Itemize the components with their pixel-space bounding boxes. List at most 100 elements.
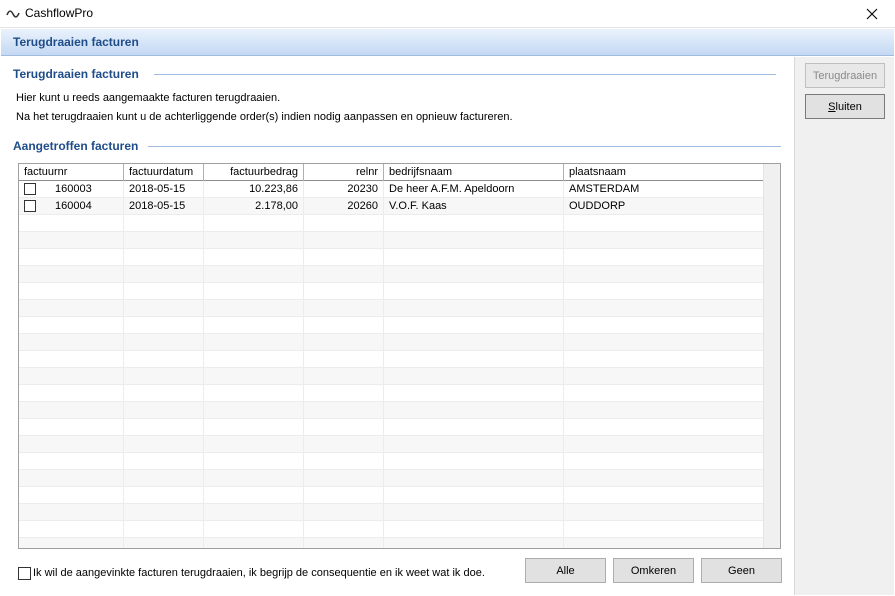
column-header-bedrijfsnaam[interactable]: bedrijfsnaam	[384, 164, 564, 181]
title-bar: CashflowPro	[0, 0, 895, 28]
table-cell-factuurdatum	[124, 436, 204, 452]
table-cell-plaatsnaam	[564, 283, 764, 299]
table-cell-factuurnr	[19, 300, 124, 316]
table-cell-factuurbedrag	[204, 385, 304, 401]
table-row	[19, 538, 780, 548]
table-cell-factuurbedrag	[204, 419, 304, 435]
dialog-header-title: Terugdraaien facturen	[13, 35, 139, 49]
table-cell-relnr	[304, 351, 384, 367]
table-cell-factuurnr: 160004	[19, 198, 124, 214]
column-header-factuurnr[interactable]: factuurnr	[19, 164, 124, 181]
table-cell-bedrijfsnaam	[384, 368, 564, 384]
row-checkbox[interactable]	[24, 200, 36, 212]
column-header-plaatsnaam[interactable]: plaatsnaam	[564, 164, 764, 181]
table-cell-factuurdatum	[124, 351, 204, 367]
table-cell-factuurbedrag	[204, 215, 304, 231]
table-cell-bedrijfsnaam	[384, 215, 564, 231]
table-row	[19, 436, 780, 453]
table-row	[19, 300, 780, 317]
table-cell-plaatsnaam	[564, 504, 764, 520]
invoice-table[interactable]: factuurnr factuurdatum factuurbedrag rel…	[18, 163, 781, 549]
column-header-factuurbedrag[interactable]: factuurbedrag	[204, 164, 304, 181]
table-cell-factuurnr	[19, 521, 124, 537]
vertical-scrollbar[interactable]	[763, 164, 780, 548]
table-cell-factuurdatum	[124, 470, 204, 486]
table-row	[19, 266, 780, 283]
table-cell-bedrijfsnaam	[384, 385, 564, 401]
table-cell-relnr	[304, 470, 384, 486]
table-cell-text: 160004	[55, 200, 92, 212]
table-cell-bedrijfsnaam	[384, 402, 564, 418]
table-cell-factuurdatum	[124, 334, 204, 350]
table-cell-factuurnr	[19, 249, 124, 265]
table-cell-factuurdatum: 2018-05-15	[124, 181, 204, 197]
table-cell-factuurnr	[19, 283, 124, 299]
table-row	[19, 504, 780, 521]
table-cell-factuurnr	[19, 470, 124, 486]
table-cell-factuurdatum	[124, 300, 204, 316]
table-cell-relnr	[304, 283, 384, 299]
geen-button[interactable]: Geen	[701, 558, 782, 583]
table-row	[19, 453, 780, 470]
sluiten-button[interactable]: Sluiten	[805, 94, 885, 119]
table-cell-factuurnr	[19, 368, 124, 384]
row-checkbox[interactable]	[24, 183, 36, 195]
table-cell-relnr	[304, 521, 384, 537]
table-cell-plaatsnaam	[564, 487, 764, 503]
table-cell-factuurbedrag	[204, 266, 304, 282]
table-cell-bedrijfsnaam	[384, 300, 564, 316]
table-cell-plaatsnaam	[564, 436, 764, 452]
table-cell-relnr	[304, 232, 384, 248]
column-header-factuurdatum[interactable]: factuurdatum	[124, 164, 204, 181]
close-button[interactable]	[849, 0, 895, 28]
table-cell-plaatsnaam	[564, 419, 764, 435]
table-cell-factuurnr	[19, 215, 124, 231]
table-cell-factuurbedrag	[204, 300, 304, 316]
table-cell-factuurbedrag	[204, 538, 304, 548]
table-cell-plaatsnaam	[564, 266, 764, 282]
table-cell-bedrijfsnaam	[384, 317, 564, 333]
alle-button[interactable]: Alle	[525, 558, 606, 583]
table-cell-factuurbedrag: 2.178,00	[204, 198, 304, 214]
table-cell-factuurnr	[19, 232, 124, 248]
table-cell-bedrijfsnaam	[384, 436, 564, 452]
table-cell-plaatsnaam	[564, 215, 764, 231]
section-title-aangetroffen: Aangetroffen facturen	[13, 139, 139, 153]
section-title-terugdraaien: Terugdraaien facturen	[13, 67, 139, 81]
cashflow-wave-icon	[6, 10, 20, 18]
table-cell-bedrijfsnaam	[384, 470, 564, 486]
table-cell-relnr: 20230	[304, 181, 384, 197]
confirm-checkbox[interactable]	[18, 567, 31, 580]
table-cell-factuurbedrag	[204, 232, 304, 248]
table-cell-factuurbedrag: 10.223,86	[204, 181, 304, 197]
table-row[interactable]: 160004 2018-05-15 2.178,00 20260 V.O.F. Kaas…	[19, 198, 780, 215]
table-cell-factuurbedrag	[204, 402, 304, 418]
table-cell-plaatsnaam	[564, 249, 764, 265]
table-cell-relnr: 20260	[304, 198, 384, 214]
table-cell-relnr	[304, 436, 384, 452]
table-cell-plaatsnaam	[564, 470, 764, 486]
column-header-relnr[interactable]: relnr	[304, 164, 384, 181]
confirm-label: Ik wil de aangevinkte facturen terugdraa…	[33, 567, 485, 579]
table-row	[19, 487, 780, 504]
table-cell-factuurnr	[19, 538, 124, 548]
omkeren-button[interactable]: Omkeren	[613, 558, 694, 583]
table-row	[19, 334, 780, 351]
table-row	[19, 385, 780, 402]
table-cell-plaatsnaam: AMSTERDAM	[564, 181, 764, 197]
table-cell-factuurbedrag	[204, 436, 304, 452]
table-cell-bedrijfsnaam	[384, 453, 564, 469]
table-cell-factuurdatum	[124, 538, 204, 548]
table-row	[19, 317, 780, 334]
terugdraaien-button[interactable]: Terugdraaien	[805, 63, 885, 88]
table-cell-factuurdatum	[124, 317, 204, 333]
table-row[interactable]: 160003 2018-05-15 10.223,86 20230 De heer A.…	[19, 181, 780, 198]
table-cell-relnr	[304, 402, 384, 418]
table-cell-plaatsnaam	[564, 385, 764, 401]
table-cell-factuurbedrag	[204, 283, 304, 299]
table-cell-factuurnr	[19, 334, 124, 350]
table-cell-relnr	[304, 487, 384, 503]
table-cell-bedrijfsnaam	[384, 419, 564, 435]
table-cell-factuurdatum	[124, 504, 204, 520]
table-cell-relnr	[304, 504, 384, 520]
